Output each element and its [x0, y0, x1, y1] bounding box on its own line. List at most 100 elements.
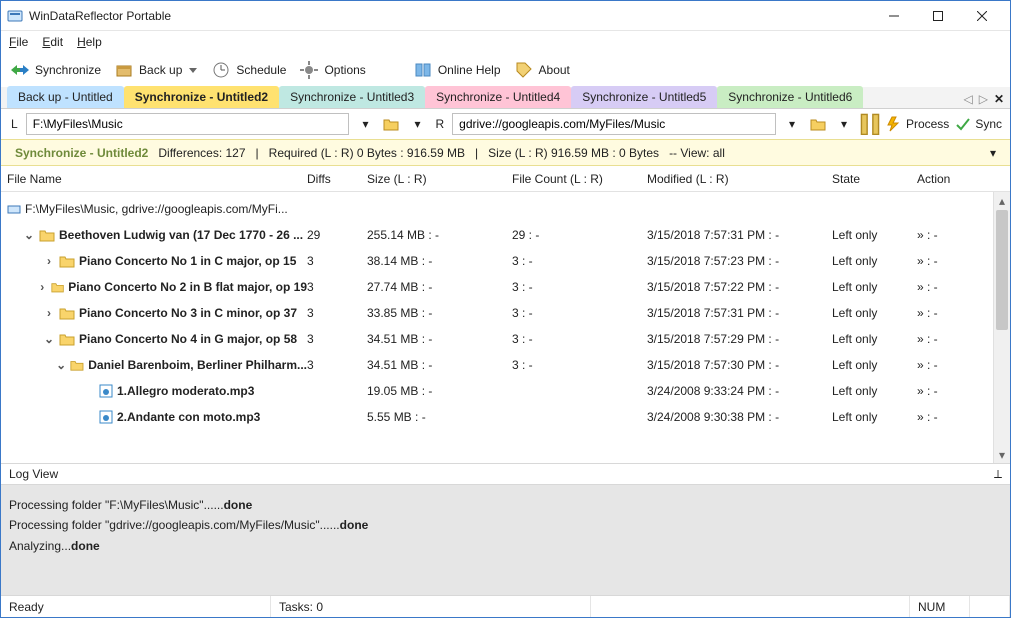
maximize-button[interactable] [916, 2, 960, 30]
scroll-down-button[interactable]: ▾ [994, 446, 1010, 463]
tree-row[interactable]: ›Piano Concerto No 2 in B flat major, op… [7, 274, 1004, 300]
cell-count: 3 : - [512, 254, 647, 268]
col-diffs[interactable]: Diffs [307, 172, 367, 186]
cell-state: Left only [832, 358, 917, 372]
expand-toggle[interactable]: ⌄ [56, 359, 66, 371]
cell-size: 19.05 MB : - [367, 384, 512, 398]
menu-edit[interactable]: Edit [42, 35, 63, 49]
tree-row[interactable]: ›Piano Concerto No 3 in C minor, op 3733… [7, 300, 1004, 326]
tag-icon [515, 61, 533, 79]
backup-button[interactable]: Back up [115, 61, 198, 79]
pin-icon[interactable]: ⟂ [994, 467, 1002, 482]
cell-state: Left only [832, 306, 917, 320]
cell-state: Left only [832, 410, 917, 424]
tree-root[interactable]: F:\MyFiles\Music, gdrive://googleapis.co… [7, 196, 1004, 222]
cell-action: » : - [917, 280, 977, 294]
tab-scroll-right[interactable]: ▷ [979, 92, 988, 106]
about-button[interactable]: About [515, 61, 570, 79]
status-num: NUM [910, 596, 970, 617]
tab-synchronize-untitled5[interactable]: Synchronize - Untitled5 [571, 86, 717, 108]
cell-size: 34.51 MB : - [367, 332, 512, 346]
tab-synchronize-untitled6[interactable]: Synchronize - Untitled6 [717, 86, 863, 108]
tree-row[interactable]: ⌄Daniel Barenboim, Berliner Philharm...3… [7, 352, 1004, 378]
expand-toggle[interactable]: › [43, 255, 55, 267]
col-filename[interactable]: File Name [7, 172, 307, 186]
options-button[interactable]: Options [300, 61, 365, 79]
col-count[interactable]: File Count (L : R) [512, 172, 647, 186]
expand-toggle[interactable]: › [37, 281, 47, 293]
tree-row[interactable]: 2.Andante con moto.mp35.55 MB : -3/24/20… [7, 404, 1004, 430]
box-icon [115, 61, 133, 79]
columns-button[interactable] [860, 114, 880, 134]
scroll-thumb[interactable] [996, 210, 1008, 330]
sync-button[interactable]: Sync [955, 116, 1002, 132]
online-help-button[interactable]: Online Help [414, 61, 501, 79]
cell-size: 255.14 MB : - [367, 228, 512, 242]
cell-diffs: 3 [307, 254, 367, 268]
left-path-input[interactable] [26, 113, 350, 135]
schedule-button[interactable]: Schedule [212, 61, 286, 79]
tab-scroll-left[interactable]: ◁ [963, 92, 972, 106]
menu-file[interactable]: File [9, 35, 28, 49]
minimize-button[interactable] [872, 2, 916, 30]
status-tasks: Tasks: 0 [271, 596, 591, 617]
right-path-dropdown[interactable]: ▾ [782, 114, 802, 134]
options-label: Options [324, 63, 365, 77]
tree-row[interactable]: ⌄Beethoven Ludwig van (17 Dec 1770 - 26 … [7, 222, 1004, 248]
tree-row[interactable]: ⌄Piano Concerto No 4 in G major, op 5833… [7, 326, 1004, 352]
expand-toggle[interactable]: › [43, 307, 55, 319]
cell-count: 3 : - [512, 280, 647, 294]
cell-count: 3 : - [512, 306, 647, 320]
menu-help[interactable]: Help [77, 35, 102, 49]
tab-strip: Back up - UntitledSynchronize - Untitled… [1, 87, 1010, 109]
tree-row[interactable]: › Piano Concerto No 1 in C major, op 15 3 3… [7, 248, 1004, 274]
summary-size: Size (L : R) 916.59 MB : 0 Bytes [488, 146, 659, 160]
file-name: 1.Allegro moderato.mp3 [117, 384, 254, 398]
col-action[interactable]: Action [917, 172, 977, 186]
col-size[interactable]: Size (L : R) [367, 172, 512, 186]
cell-modified: 3/15/2018 7:57:22 PM : - [647, 280, 832, 294]
summary-dropdown[interactable]: ▾ [990, 146, 996, 160]
col-modified[interactable]: Modified (L : R) [647, 172, 832, 186]
left-browse-button[interactable] [381, 114, 401, 134]
left-browse-dropdown[interactable]: ▾ [407, 114, 427, 134]
expand-toggle[interactable]: ⌄ [43, 333, 55, 345]
tab-synchronize-untitled2[interactable]: Synchronize - Untitled2 [124, 86, 279, 108]
title-bar: WinDataReflector Portable [1, 1, 1010, 31]
file-name: Piano Concerto No 3 in C minor, op 37 [79, 306, 297, 320]
schedule-label: Schedule [236, 63, 286, 77]
gear-icon [300, 61, 318, 79]
process-button[interactable]: Process [886, 116, 949, 132]
cell-action: » : - [917, 228, 977, 242]
file-name: Piano Concerto No 1 in C major, op 15 [79, 254, 296, 268]
cell-modified: 3/24/2008 9:33:24 PM : - [647, 384, 832, 398]
tab-synchronize-untitled4[interactable]: Synchronize - Untitled4 [425, 86, 571, 108]
cell-diffs: 3 [307, 280, 367, 294]
right-path-input[interactable] [452, 113, 776, 135]
file-tree: F:\MyFiles\Music, gdrive://googleapis.co… [1, 192, 1010, 463]
cell-modified: 3/15/2018 7:57:30 PM : - [647, 358, 832, 372]
log-line: Analyzing...done [9, 536, 1002, 556]
close-button[interactable] [960, 2, 1004, 30]
expand-toggle[interactable]: ⌄ [23, 229, 35, 241]
tab-synchronize-untitled3[interactable]: Synchronize - Untitled3 [279, 86, 425, 108]
right-browse-dropdown[interactable]: ▾ [834, 114, 854, 134]
cell-size: 5.55 MB : - [367, 410, 512, 424]
tab-close[interactable]: ✕ [994, 92, 1004, 106]
resize-grip[interactable] [970, 596, 1010, 617]
col-state[interactable]: State [832, 172, 917, 186]
summary-bar: Synchronize - Untitled2 Differences: 127… [1, 139, 1010, 166]
folder-icon [59, 306, 75, 320]
tree-row[interactable]: 1.Allegro moderato.mp3 19.05 MB : - 3/24/2… [7, 378, 1004, 404]
tab-back-up-untitled[interactable]: Back up - Untitled [7, 86, 124, 108]
cell-action: » : - [917, 332, 977, 346]
cell-modified: 3/15/2018 7:57:23 PM : - [647, 254, 832, 268]
vertical-scrollbar[interactable]: ▴ ▾ [993, 192, 1010, 463]
minimize-icon [889, 11, 899, 21]
scroll-up-button[interactable]: ▴ [994, 192, 1010, 209]
summary-task-name: Synchronize - Untitled2 [15, 146, 148, 160]
left-path-dropdown[interactable]: ▾ [355, 114, 375, 134]
column-headers: File Name Diffs Size (L : R) File Count … [1, 166, 1010, 192]
right-browse-button[interactable] [808, 114, 828, 134]
synchronize-button[interactable]: Synchronize [11, 61, 101, 79]
